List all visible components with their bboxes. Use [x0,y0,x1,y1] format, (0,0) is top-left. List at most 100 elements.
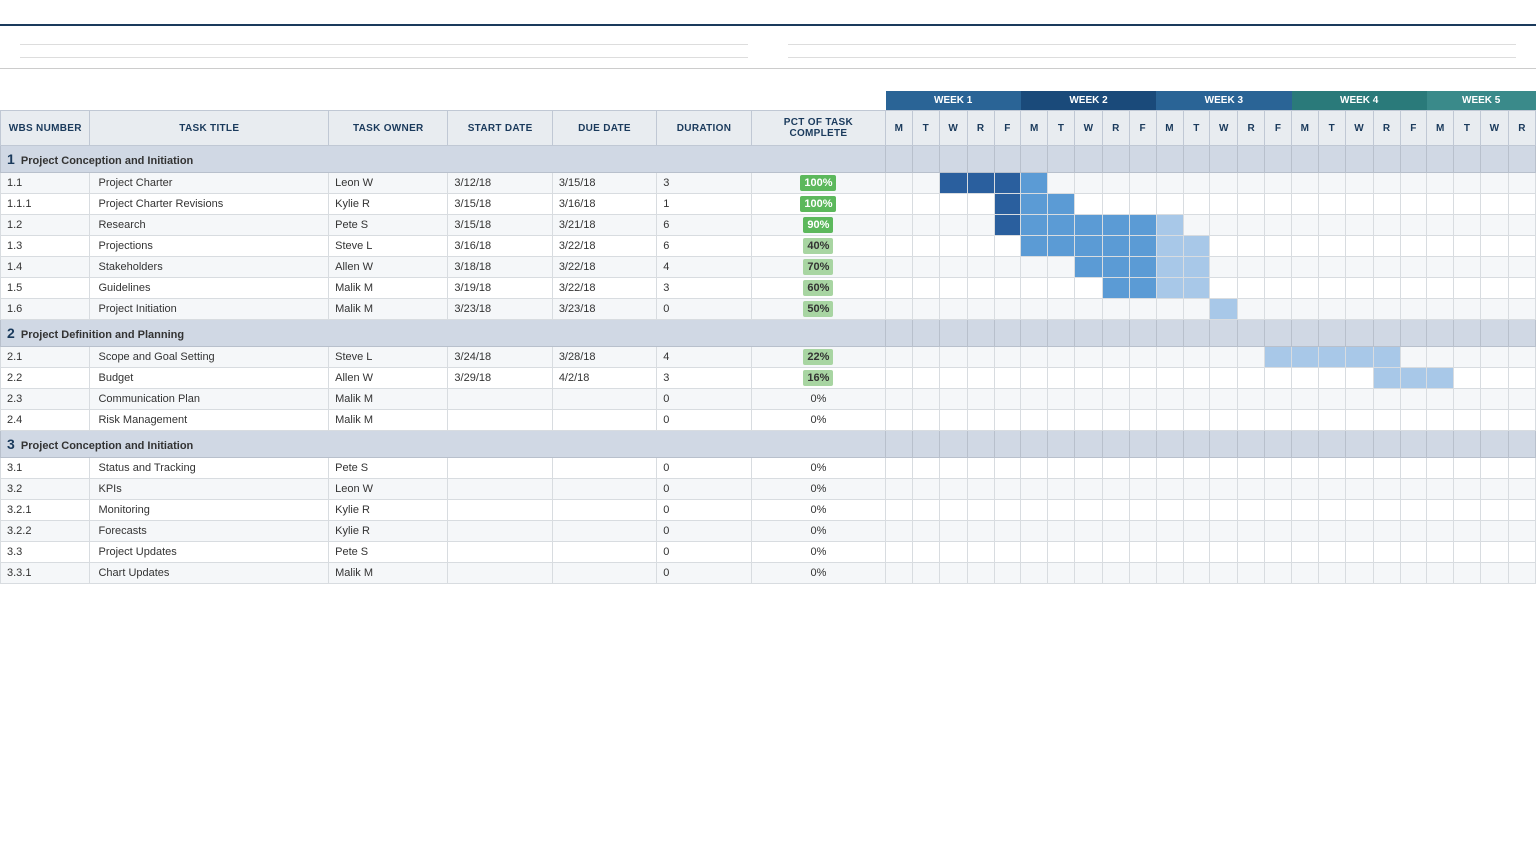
gantt-cell [1103,389,1130,410]
gantt-cell [1183,389,1210,410]
gantt-cell [994,320,1021,347]
gantt-cell [1021,347,1048,368]
gantt-cell [1318,173,1345,194]
gantt-cell [886,215,913,236]
due-cell [552,542,656,563]
gantt-cell [1075,479,1103,500]
gantt-cell [967,146,994,173]
gantt-cell [886,257,913,278]
gantt-cell [967,563,994,584]
owner-cell: Steve L [329,236,448,257]
gantt-cell [1075,521,1103,542]
gantt-cell [1075,368,1103,389]
gantt-cell [1318,479,1345,500]
gantt-cell [1454,410,1481,431]
gantt-cell [1345,236,1373,257]
gantt-cell [1481,146,1509,173]
start-cell: 3/12/18 [448,173,552,194]
gantt-cell [939,194,967,215]
gantt-cell [939,500,967,521]
gantt-cell [1373,146,1400,173]
duration-cell: 3 [657,278,752,299]
gantt-cell [1481,458,1509,479]
due-cell [552,410,656,431]
gantt-cell [1238,215,1265,236]
gantt-cell [1292,173,1319,194]
task-row: 1.1Project CharterLeon W3/12/183/15/1831… [1,173,1536,194]
gantt-cell [1292,431,1319,458]
gantt-cell [1075,146,1103,173]
gantt-cell [1183,299,1210,320]
col-header-due: DUE DATE [552,111,656,146]
gantt-cell [1156,563,1183,584]
gantt-cell [1048,458,1075,479]
due-cell: 3/28/18 [552,347,656,368]
gantt-cell [1129,410,1156,431]
day-col-18: R [1373,111,1400,146]
gantt-cell [1103,368,1130,389]
gantt-cell [1345,299,1373,320]
gantt-cell [1021,410,1048,431]
gantt-cell [1238,257,1265,278]
gantt-cell [1481,320,1509,347]
gantt-cell [1345,257,1373,278]
gantt-cell [1156,146,1183,173]
gantt-cell [1318,215,1345,236]
task-row: 3.1Status and TrackingPete S00% [1,458,1536,479]
gantt-cell [1508,542,1535,563]
gantt-cell [1265,389,1292,410]
gantt-cell [1427,194,1454,215]
gantt-cell [1292,215,1319,236]
gantt-cell [912,299,939,320]
gantt-cell [912,215,939,236]
gantt-cell [1238,299,1265,320]
gantt-cell [1345,389,1373,410]
gantt-cell [1454,458,1481,479]
gantt-cell [1265,194,1292,215]
gantt-cell [1103,500,1130,521]
day-col-13: R [1238,111,1265,146]
gantt-cell [1210,236,1238,257]
gantt-cell [939,347,967,368]
gantt-cell [967,299,994,320]
col-header-duration: DURATION [657,111,752,146]
gantt-cell [1156,458,1183,479]
gantt-cell [1318,368,1345,389]
gantt-cell [1183,479,1210,500]
gantt-cell [1129,236,1156,257]
gantt-cell [1210,563,1238,584]
task-row: 2.3Communication PlanMalik M00% [1,389,1536,410]
duration-cell: 0 [657,521,752,542]
gantt-cell [1156,278,1183,299]
gantt-cell [1265,479,1292,500]
project-title-row [20,36,748,45]
gantt-cell [1481,410,1509,431]
task-row: 1.2ResearchPete S3/15/183/21/18690% [1,215,1536,236]
gantt-cell [1103,215,1130,236]
gantt-cell [1400,278,1427,299]
gantt-cell [1021,146,1048,173]
gantt-cell [1210,368,1238,389]
gantt-cell [1508,521,1535,542]
start-cell: 3/19/18 [448,278,552,299]
section-row: 2 Project Definition and Planning [1,320,1536,347]
start-cell: 3/16/18 [448,236,552,257]
gantt-cell [1075,215,1103,236]
due-cell: 4/2/18 [552,368,656,389]
gantt-cell [1021,500,1048,521]
pct-cell: 100% [751,173,885,194]
gantt-cell [1400,479,1427,500]
gantt-cell [1373,194,1400,215]
gantt-cell [1183,320,1210,347]
gantt-cell [1508,368,1535,389]
gantt-cell [886,173,913,194]
gantt-cell [1481,563,1509,584]
gantt-cell [1400,299,1427,320]
pct-cell: 22% [751,347,885,368]
start-cell: 3/24/18 [448,347,552,368]
section-title: 3 Project Conception and Initiation [1,431,886,458]
gantt-cell [912,194,939,215]
gantt-cell [1183,278,1210,299]
gantt-cell [939,278,967,299]
gantt-cell [1238,431,1265,458]
